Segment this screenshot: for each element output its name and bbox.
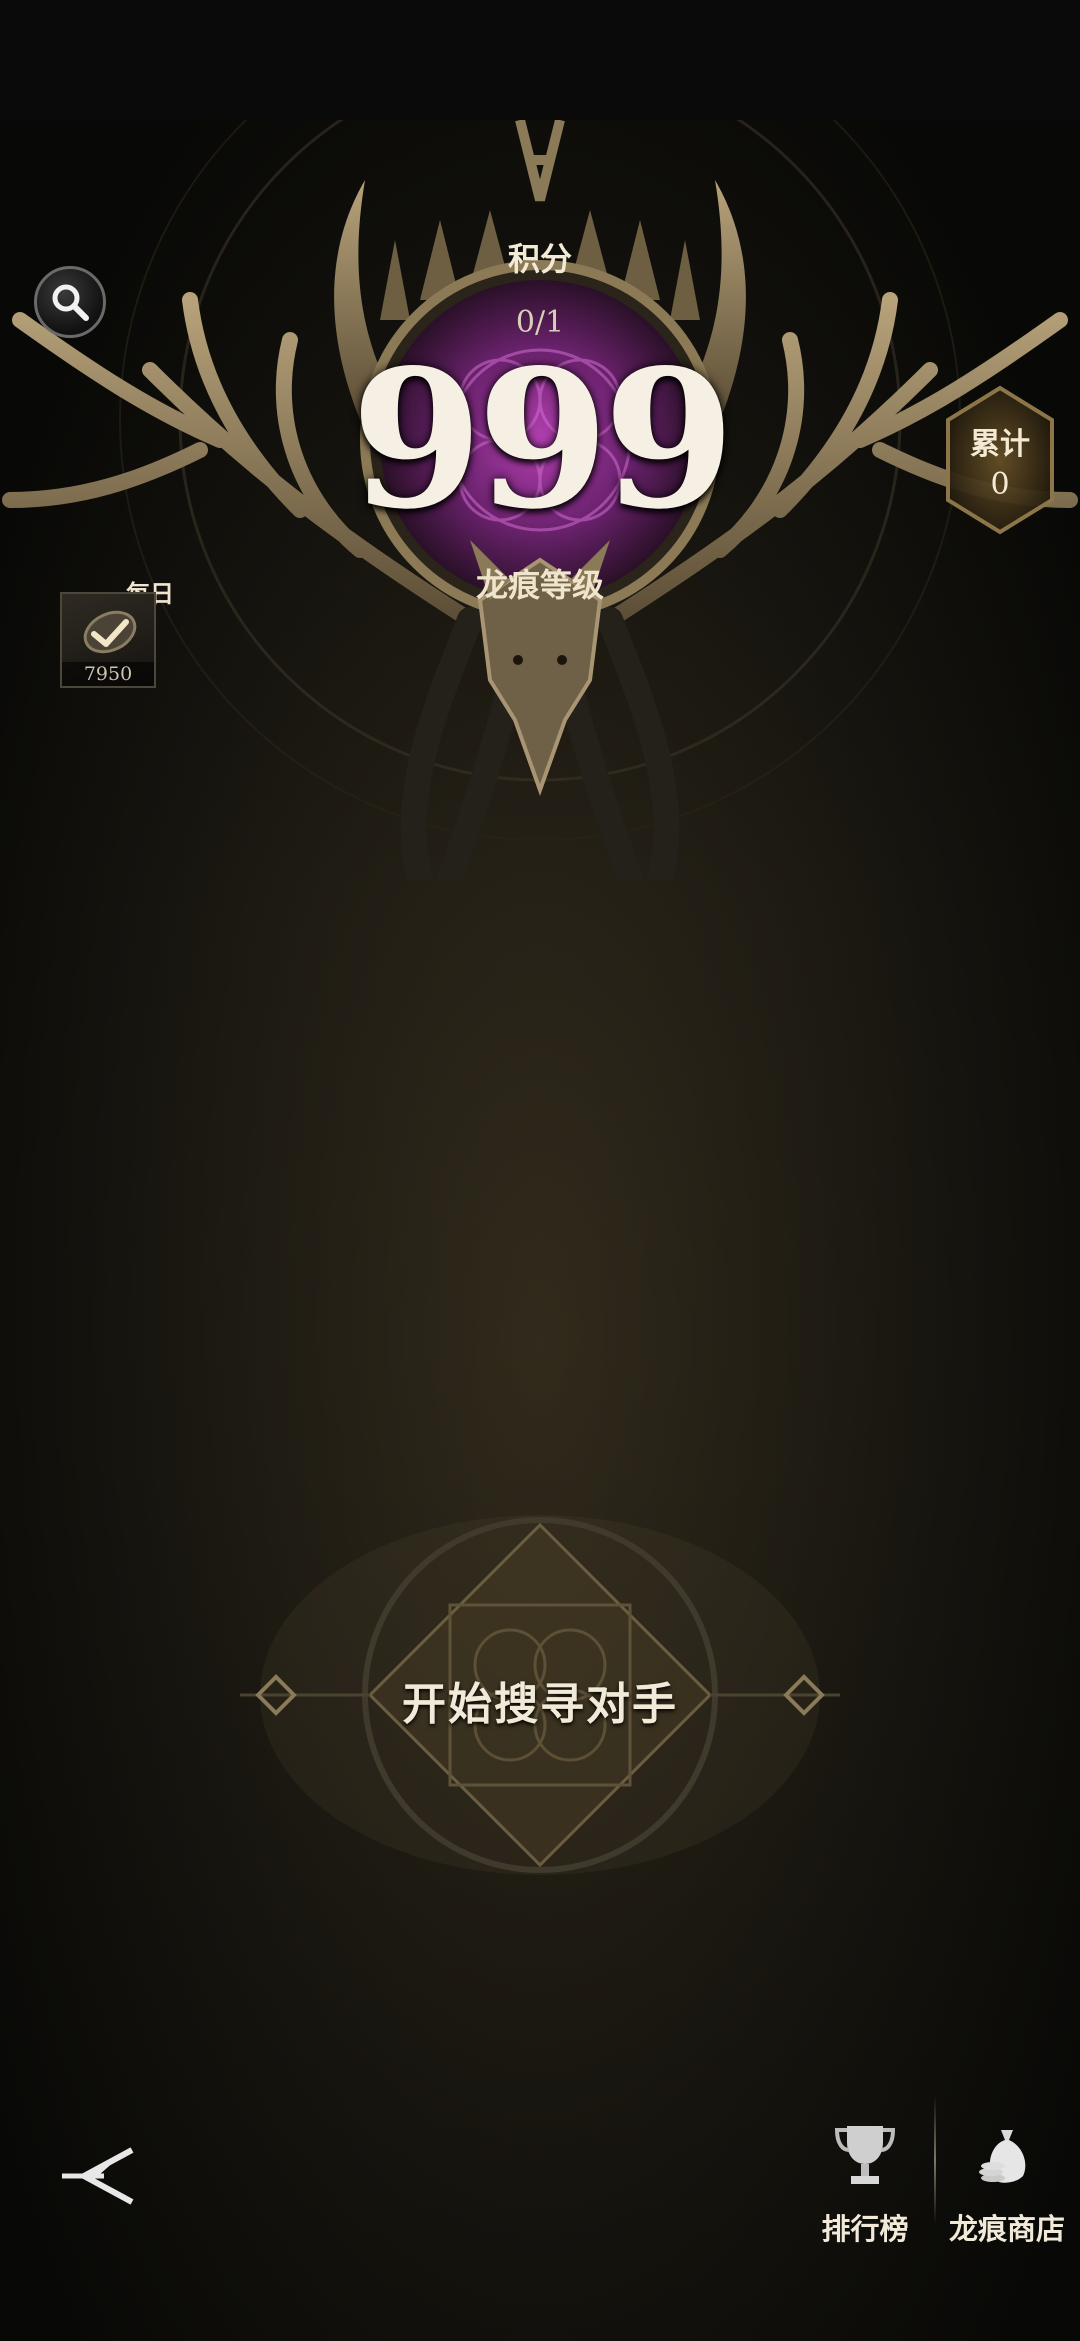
cumulative-reward-badge[interactable]: 累计 0 — [940, 380, 1060, 540]
back-button[interactable] — [54, 2140, 138, 2212]
leaderboard-button[interactable]: 排行榜 — [790, 2110, 940, 2250]
shop-button[interactable]: 龙痕商店 — [932, 2110, 1080, 2250]
back-icon — [62, 2147, 134, 2205]
shop-label: 龙痕商店 — [948, 2212, 1065, 2246]
coin-bag-icon — [979, 2130, 1026, 2183]
start-match-label: 开始搜寻对手 — [402, 1679, 678, 1730]
level-label: 龙痕等级 — [475, 566, 604, 604]
leaderboard-label: 排行榜 — [821, 2212, 909, 2246]
cumulative-value: 0 — [990, 466, 1010, 502]
daily-task-card[interactable]: 7950 — [60, 592, 156, 688]
cumulative-label: 累计 — [970, 426, 1030, 462]
daily-count: 7950 — [62, 662, 154, 686]
trophy-icon — [835, 2126, 895, 2184]
app-screen: 每日 7950 积分 0/1 999 龙痕等级 累计 0 — [0, 0, 1080, 2341]
level-number: 999 — [350, 328, 736, 551]
check-badge-icon — [83, 610, 137, 654]
status-bar — [0, 0, 1080, 120]
points-label: 积分 — [507, 240, 572, 278]
